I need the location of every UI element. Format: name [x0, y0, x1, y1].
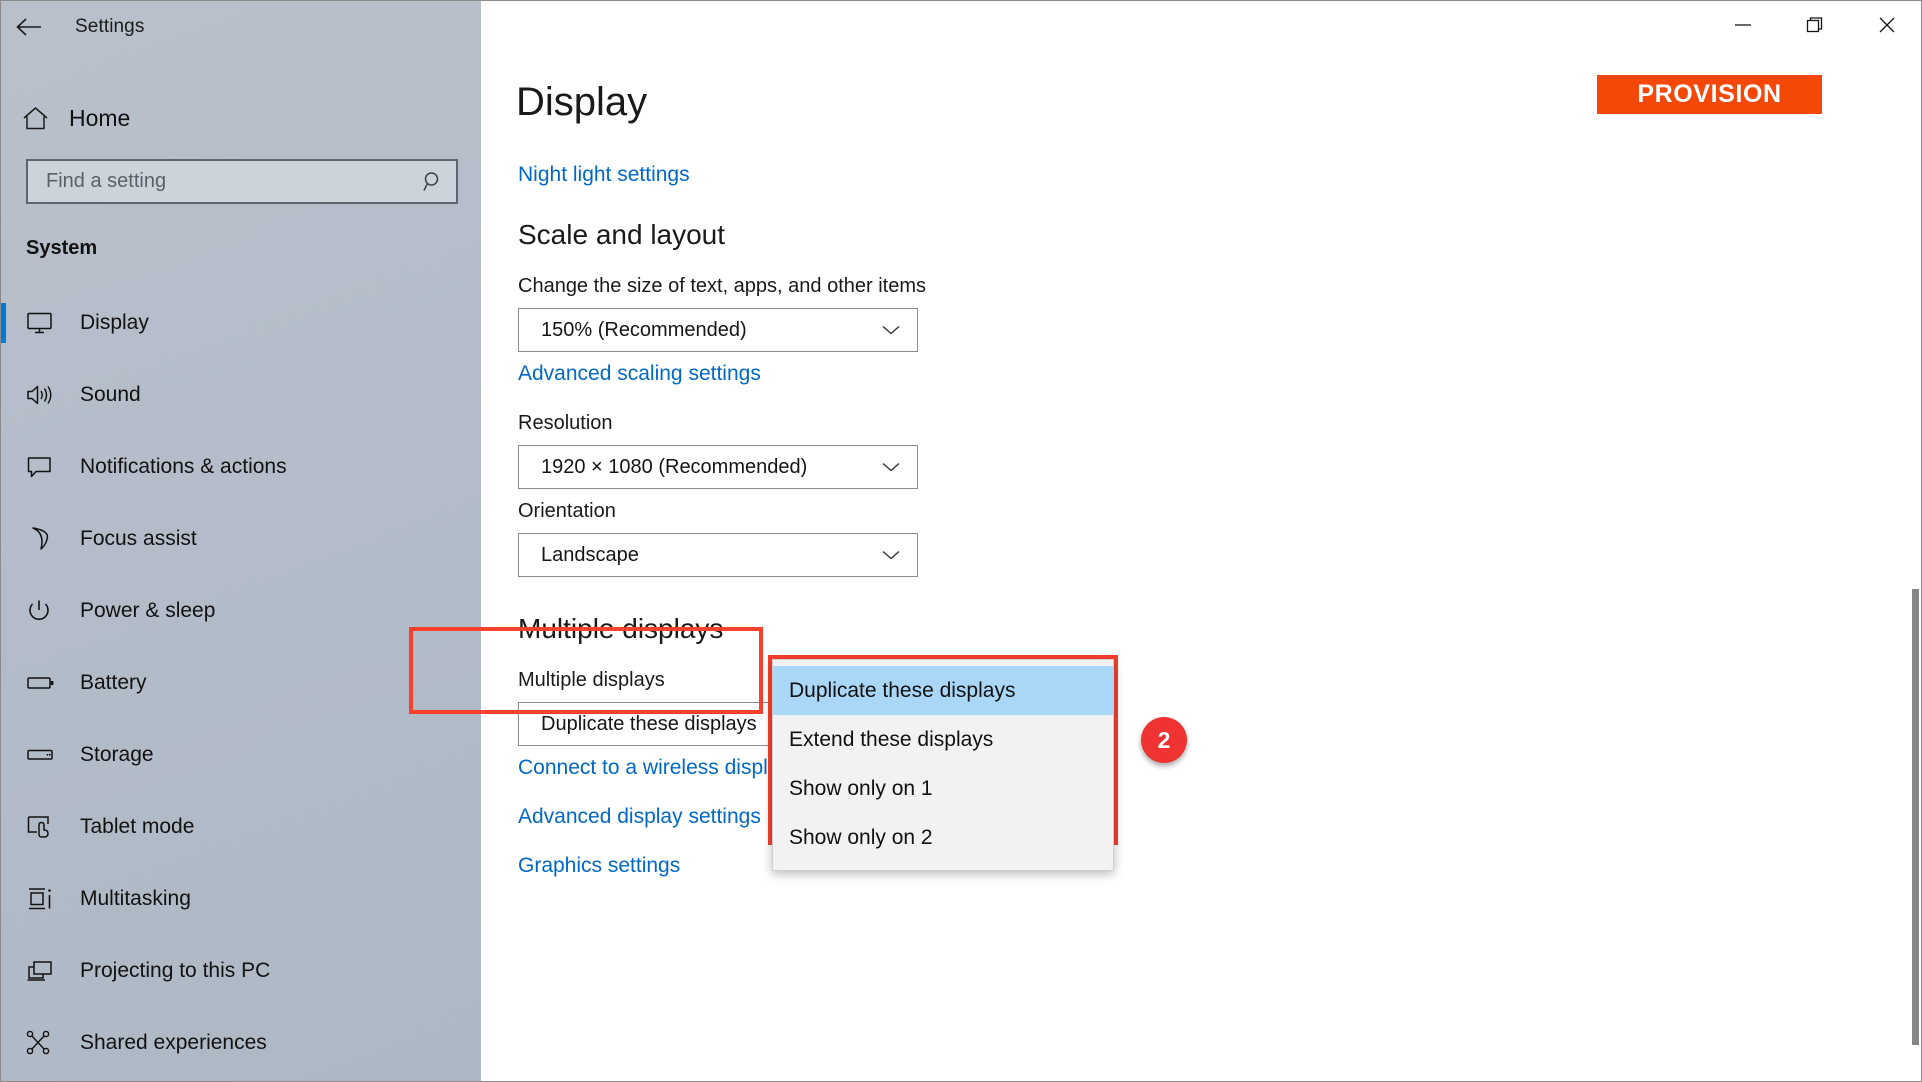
orientation-dropdown[interactable]: Landscape	[518, 533, 918, 577]
sidebar-item-power-sleep[interactable]: Power & sleep	[1, 575, 481, 647]
scrollbar-thumb[interactable]	[1912, 589, 1919, 1045]
sidebar-item-shared-experiences[interactable]: Shared experiences	[1, 1007, 481, 1079]
settings-window: Settings Home System	[0, 0, 1922, 1082]
resolution-dropdown-value: 1920 × 1080 (Recommended)	[541, 455, 808, 478]
resolution-field-label: Resolution	[518, 412, 613, 434]
tablet-touch-icon	[26, 814, 80, 840]
brand-name: PROVISION	[1637, 80, 1782, 108]
sidebar-item-label: Storage	[80, 743, 154, 766]
sidebar-item-label: Notifications & actions	[80, 455, 287, 478]
sidebar-item-label: Projecting to this PC	[80, 959, 271, 982]
provision-logo: PROVISION	[1597, 75, 1822, 114]
sidebar-item-home[interactable]: Home	[1, 89, 481, 147]
monitor-icon	[26, 311, 80, 335]
sidebar-item-label: Tablet mode	[80, 815, 195, 838]
menu-item-label: Extend these displays	[789, 727, 994, 751]
back-arrow-icon[interactable]	[1, 1, 57, 53]
sidebar-item-label: Display	[80, 311, 149, 334]
projecting-icon	[26, 959, 80, 983]
search-box[interactable]	[26, 159, 458, 204]
search-icon[interactable]	[410, 171, 456, 192]
window-controls	[1707, 1, 1921, 49]
close-button[interactable]	[1851, 1, 1921, 49]
home-icon	[1, 106, 69, 131]
sidebar-item-multitasking[interactable]: Multitasking	[1, 863, 481, 935]
sidebar-item-label: Power & sleep	[80, 599, 216, 622]
advanced-display-settings-link[interactable]: Advanced display settings	[518, 805, 761, 829]
scale-dropdown[interactable]: 150% (Recommended)	[518, 308, 918, 352]
sidebar-section-title: System	[26, 237, 98, 259]
multiple-displays-field-label: Multiple displays	[518, 669, 665, 691]
minimize-button[interactable]	[1707, 1, 1779, 49]
multiple-displays-option-menu[interactable]: Duplicate these displays Extend these di…	[772, 659, 1114, 871]
drive-icon	[26, 746, 80, 764]
sidebar-item-notifications[interactable]: Notifications & actions	[1, 431, 481, 503]
sidebar: Settings Home System	[1, 1, 481, 1081]
sidebar-item-display[interactable]: Display	[1, 287, 481, 359]
multitasking-icon	[26, 886, 80, 912]
chat-bubble-icon	[26, 455, 80, 479]
page-title: Display	[516, 80, 648, 124]
sidebar-item-battery[interactable]: Battery	[1, 647, 481, 719]
sidebar-item-label: Focus assist	[80, 527, 197, 550]
step-badge-2: 2	[1141, 717, 1187, 763]
chevron-down-icon	[881, 309, 901, 351]
advanced-scaling-settings-link[interactable]: Advanced scaling settings	[518, 362, 761, 386]
menu-item-label: Duplicate these displays	[789, 678, 1016, 702]
power-icon	[26, 598, 80, 624]
menu-item-label: Show only on 2	[789, 825, 933, 849]
sidebar-item-label: Shared experiences	[80, 1031, 267, 1054]
sidebar-item-storage[interactable]: Storage	[1, 719, 481, 791]
sidebar-item-label: Battery	[80, 671, 147, 694]
menu-item-duplicate-these-displays[interactable]: Duplicate these displays	[773, 666, 1113, 715]
chevron-down-icon	[881, 446, 901, 488]
title-bar: Settings	[1, 1, 481, 53]
app-title: Settings	[75, 16, 145, 37]
multiple-displays-dropdown-value: Duplicate these displays	[541, 712, 757, 735]
menu-item-show-only-on-2[interactable]: Show only on 2	[773, 813, 1113, 862]
menu-item-show-only-on-1[interactable]: Show only on 1	[773, 764, 1113, 813]
graphics-settings-link[interactable]: Graphics settings	[518, 854, 680, 878]
orientation-field-label: Orientation	[518, 500, 616, 522]
scale-dropdown-value: 150% (Recommended)	[541, 318, 747, 341]
sidebar-item-label: Sound	[80, 383, 141, 406]
battery-icon	[26, 673, 80, 693]
chevron-down-icon	[881, 534, 901, 576]
sidebar-item-sound[interactable]: Sound	[1, 359, 481, 431]
scale-field-label: Change the size of text, apps, and other…	[518, 275, 927, 297]
resolution-dropdown[interactable]: 1920 × 1080 (Recommended)	[518, 445, 918, 489]
search-input[interactable]	[28, 170, 410, 193]
scale-and-layout-heading: Scale and layout	[518, 219, 726, 250]
sidebar-item-projecting[interactable]: Projecting to this PC	[1, 935, 481, 1007]
menu-item-extend-these-displays[interactable]: Extend these displays	[773, 715, 1113, 764]
moon-icon	[26, 526, 80, 552]
main-content: PROVISION Display Night light settings S…	[481, 1, 1921, 1081]
night-light-settings-link[interactable]: Night light settings	[518, 163, 690, 187]
menu-item-label: Show only on 1	[789, 776, 933, 800]
sidebar-item-label-home: Home	[69, 104, 131, 131]
sidebar-item-tablet-mode[interactable]: Tablet mode	[1, 791, 481, 863]
maximize-button[interactable]	[1779, 1, 1851, 49]
speaker-icon	[26, 383, 80, 407]
connect-wireless-display-link[interactable]: Connect to a wireless display	[518, 756, 790, 780]
share-nodes-icon	[26, 1030, 80, 1056]
sidebar-item-label: Multitasking	[80, 887, 191, 910]
orientation-dropdown-value: Landscape	[541, 543, 639, 566]
sidebar-nav-list: Display Sound Notifications & actions Fo…	[1, 287, 481, 1079]
sidebar-item-focus-assist[interactable]: Focus assist	[1, 503, 481, 575]
multiple-displays-heading: Multiple displays	[518, 613, 724, 644]
